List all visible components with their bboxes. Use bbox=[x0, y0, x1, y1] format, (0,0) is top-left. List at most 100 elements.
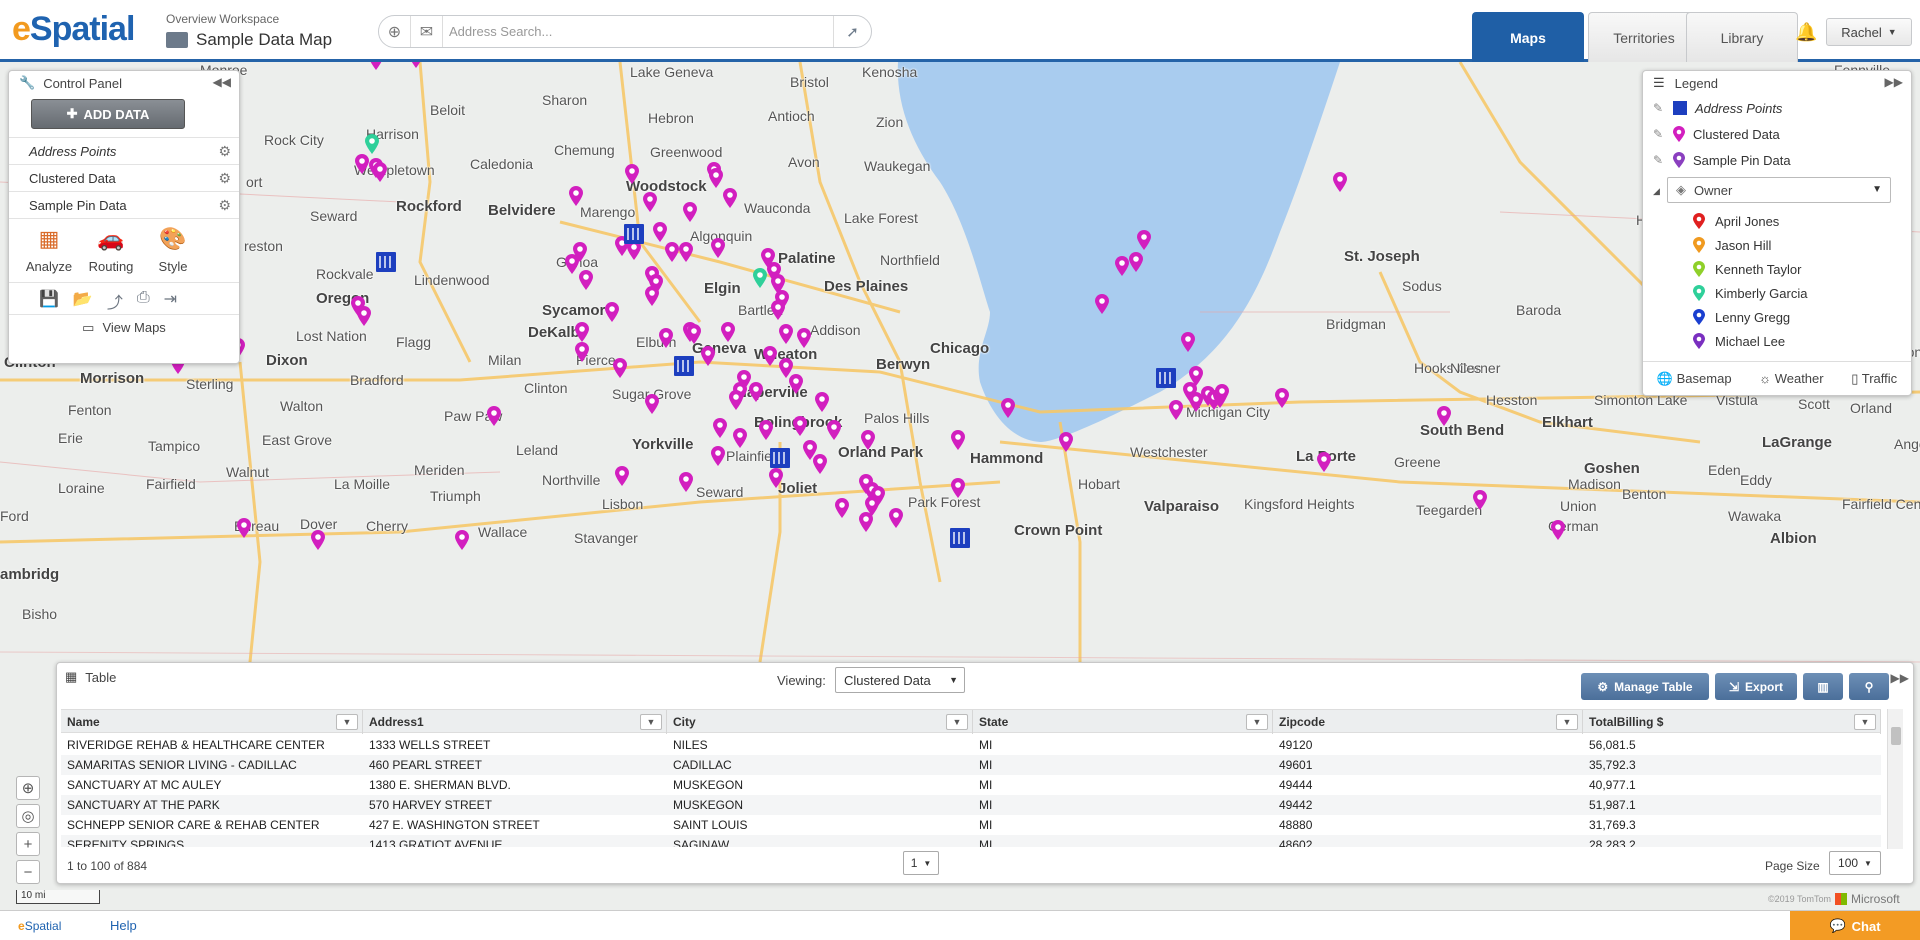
legend-layer-clustered-data[interactable]: ✎ Clustered Data bbox=[1643, 121, 1911, 147]
clustered-data-pin-icon[interactable] bbox=[1095, 294, 1109, 314]
clustered-data-pin-icon[interactable] bbox=[1551, 520, 1565, 540]
clustered-data-pin-icon[interactable] bbox=[665, 242, 679, 262]
add-data-button[interactable]: ✚ ADD DATA bbox=[31, 99, 185, 129]
zoom-box-icon[interactable]: ⊕ bbox=[16, 776, 40, 800]
clustered-data-pin-icon[interactable] bbox=[1333, 172, 1347, 192]
basemap-button[interactable]: 🌐 Basemap bbox=[1657, 371, 1732, 387]
clustered-data-pin-icon[interactable] bbox=[769, 468, 783, 488]
viewing-select[interactable]: Clustered Data ▼ bbox=[835, 667, 965, 693]
column-header[interactable]: State ▼ bbox=[973, 710, 1273, 734]
address-point-building-icon[interactable] bbox=[1156, 368, 1176, 388]
clustered-data-pin-icon[interactable] bbox=[759, 420, 773, 440]
owner-legend-item[interactable]: Michael Lee bbox=[1643, 329, 1911, 353]
user-menu[interactable]: Rachel ▼ bbox=[1826, 18, 1912, 46]
clustered-data-pin-icon[interactable] bbox=[1001, 398, 1015, 418]
clustered-data-pin-icon[interactable] bbox=[311, 530, 325, 550]
clustered-data-pin-icon[interactable] bbox=[653, 222, 667, 242]
clustered-data-pin-icon[interactable] bbox=[579, 270, 593, 290]
table-row[interactable]: SCHNEPP SENIOR CARE & REHAB CENTER 427 E.… bbox=[61, 815, 1881, 835]
share-icon[interactable]: ⤴ bbox=[107, 289, 123, 314]
traffic-button[interactable]: ▯ Traffic bbox=[1851, 371, 1897, 387]
map-pin-button[interactable]: ⚲ bbox=[1849, 673, 1889, 700]
tab-maps[interactable]: Maps bbox=[1472, 12, 1584, 62]
clustered-data-pin-icon[interactable] bbox=[1275, 388, 1289, 408]
filter-icon[interactable]: ▼ bbox=[946, 714, 968, 730]
column-header[interactable]: City ▼ bbox=[667, 710, 973, 734]
clustered-data-pin-icon[interactable] bbox=[827, 420, 841, 440]
address-point-building-icon[interactable] bbox=[674, 356, 694, 376]
legend-layer-address-points[interactable]: ✎ Address Points bbox=[1643, 95, 1911, 121]
address-point-building-icon[interactable] bbox=[770, 448, 790, 468]
clustered-data-pin-icon[interactable] bbox=[815, 392, 829, 412]
page-size-select[interactable]: 100 ▼ bbox=[1829, 851, 1881, 875]
help-link[interactable]: Help bbox=[110, 918, 137, 933]
clustered-data-pin-icon[interactable] bbox=[729, 390, 743, 410]
clustered-data-pin-icon[interactable] bbox=[859, 512, 873, 532]
collapse-icon[interactable]: ◀◀ bbox=[213, 75, 231, 89]
clustered-data-pin-icon[interactable] bbox=[771, 300, 785, 320]
clustered-data-pin-icon[interactable] bbox=[613, 358, 627, 378]
address-point-building-icon[interactable] bbox=[624, 224, 644, 244]
print-icon[interactable]: ⎙ bbox=[137, 289, 150, 314]
owner-legend-item[interactable]: Lenny Gregg bbox=[1643, 305, 1911, 329]
clustered-data-pin-icon[interactable] bbox=[1215, 384, 1229, 404]
style-tool[interactable]: 🎨 Style bbox=[147, 223, 199, 282]
footer-brand[interactable]: eSpatial bbox=[18, 919, 61, 933]
locate-icon[interactable]: ◎ bbox=[16, 804, 40, 828]
weather-button[interactable]: ☼ Weather bbox=[1759, 371, 1823, 386]
owner-legend-item[interactable]: Jason Hill bbox=[1643, 233, 1911, 257]
clustered-data-pin-icon[interactable] bbox=[355, 154, 369, 174]
brush-icon[interactable]: ✎ bbox=[1653, 153, 1665, 167]
clustered-data-pin-icon[interactable] bbox=[1181, 332, 1195, 352]
clustered-data-pin-icon[interactable] bbox=[951, 478, 965, 498]
manage-table-button[interactable]: ⚙ Manage Table bbox=[1581, 673, 1709, 700]
chat-button[interactable]: 💬 Chat bbox=[1790, 911, 1920, 940]
layer-sample-pin-data[interactable]: Sample Pin Data ⚙ bbox=[9, 191, 239, 218]
clustered-data-pin-icon[interactable] bbox=[643, 192, 657, 212]
table-row[interactable]: SERENITY SPRINGS 1413 GRATIOT AVENUE SAGIN… bbox=[61, 835, 1881, 847]
clustered-data-pin-icon[interactable] bbox=[605, 302, 619, 322]
export-button[interactable]: ⇲ Export bbox=[1715, 673, 1797, 700]
clustered-data-pin-icon[interactable] bbox=[779, 324, 793, 344]
clustered-data-pin-icon[interactable] bbox=[763, 346, 777, 366]
address-point-building-icon[interactable] bbox=[376, 252, 396, 272]
clustered-data-pin-icon[interactable] bbox=[789, 374, 803, 394]
table-row[interactable]: SANCTUARY AT THE PARK 570 HARVEY STREET MU… bbox=[61, 795, 1881, 815]
clustered-data-pin-icon[interactable] bbox=[575, 342, 589, 362]
page-select[interactable]: 1 ▼ bbox=[903, 851, 939, 875]
espatial-logo[interactable]: eSpatial bbox=[12, 10, 135, 49]
clustered-data-pin-icon[interactable] bbox=[1437, 406, 1451, 426]
clustered-data-pin-icon[interactable] bbox=[1115, 256, 1129, 276]
table-row[interactable]: RIVERIDGE REHAB & HEALTHCARE CENTER 1333 … bbox=[61, 735, 1881, 755]
column-header[interactable]: Address1 ▼ bbox=[363, 710, 667, 734]
clustered-data-pin-icon[interactable] bbox=[1137, 230, 1151, 250]
tab-territories[interactable]: Territories bbox=[1588, 12, 1700, 62]
clustered-data-pin-icon[interactable] bbox=[713, 418, 727, 438]
filter-icon[interactable]: ▼ bbox=[1246, 714, 1268, 730]
clustered-data-pin-icon[interactable] bbox=[797, 328, 811, 348]
clustered-data-pin-icon[interactable] bbox=[575, 322, 589, 342]
clustered-data-pin-icon[interactable] bbox=[565, 254, 579, 274]
clustered-data-pin-icon[interactable] bbox=[679, 472, 693, 492]
clustered-data-pin-icon[interactable] bbox=[1473, 490, 1487, 510]
save-warning-icon[interactable]: 💾 bbox=[39, 289, 59, 314]
layer-address-points[interactable]: Address Points ⚙ bbox=[9, 137, 239, 164]
clustered-data-pin-icon[interactable] bbox=[373, 162, 387, 182]
clustered-data-pin-icon[interactable] bbox=[889, 508, 903, 528]
clustered-data-pin-icon[interactable] bbox=[237, 518, 251, 538]
gear-icon[interactable]: ⚙ bbox=[218, 170, 231, 187]
table-row[interactable]: SANCTUARY AT MC AULEY 1380 E. SHERMAN BLV… bbox=[61, 775, 1881, 795]
clustered-data-pin-icon[interactable] bbox=[569, 186, 583, 206]
clustered-data-pin-icon[interactable] bbox=[1169, 400, 1183, 420]
clustered-data-pin-icon[interactable] bbox=[861, 430, 875, 450]
export-icon[interactable]: ⇥ bbox=[164, 289, 177, 314]
clustered-data-pin-icon[interactable] bbox=[723, 188, 737, 208]
clustered-data-pin-icon[interactable] bbox=[711, 446, 725, 466]
zoom-in-button[interactable]: + bbox=[16, 832, 40, 856]
clustered-data-pin-icon[interactable] bbox=[369, 62, 383, 70]
clustered-data-pin-icon[interactable] bbox=[659, 328, 673, 348]
clustered-data-pin-icon[interactable] bbox=[409, 62, 423, 68]
clustered-data-pin-icon[interactable] bbox=[487, 406, 501, 426]
notification-bell-icon[interactable]: 🔔 bbox=[1795, 22, 1817, 43]
clustered-data-pin-icon[interactable] bbox=[679, 242, 693, 262]
